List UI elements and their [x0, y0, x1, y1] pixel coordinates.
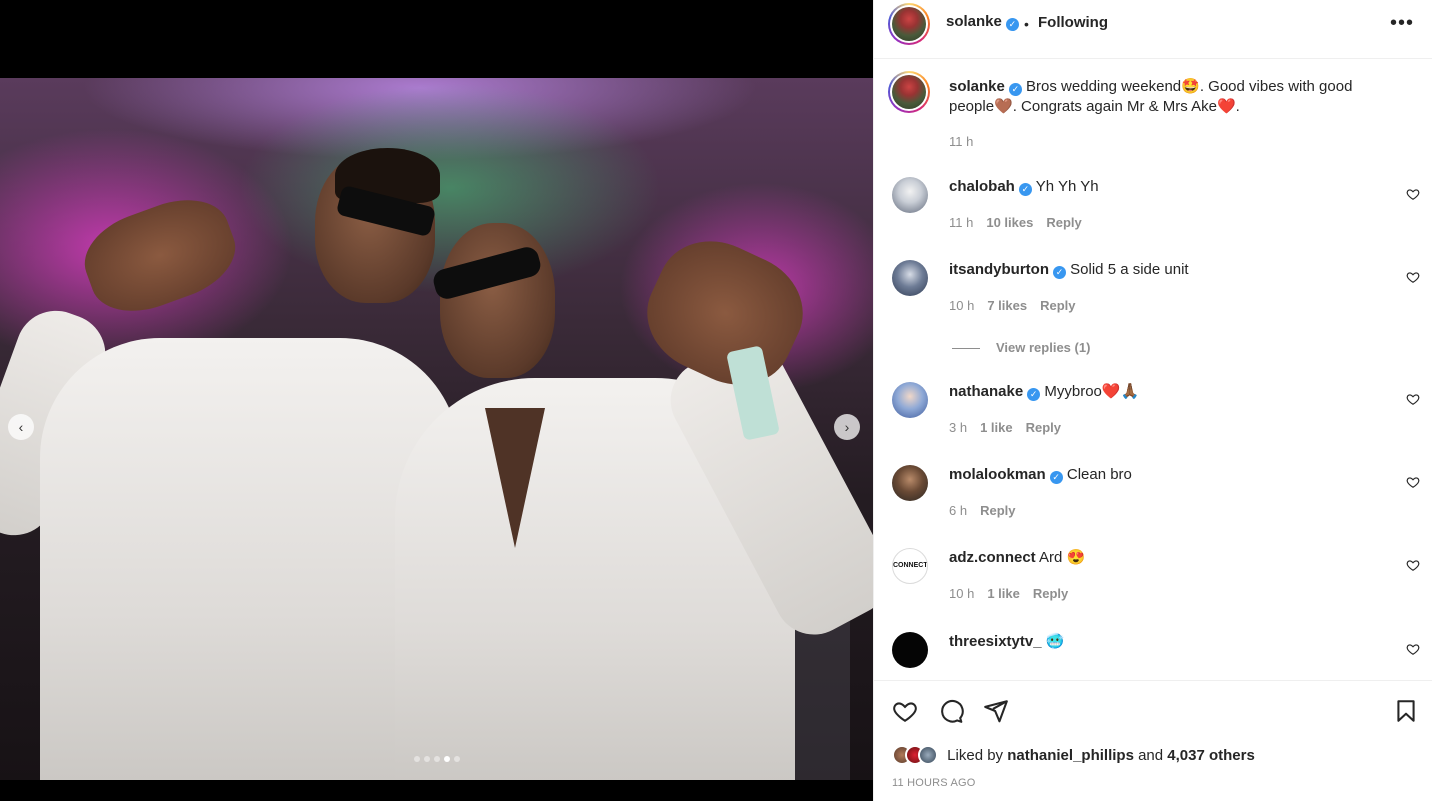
author-avatar[interactable] — [888, 3, 930, 45]
caption-avatar[interactable] — [888, 71, 930, 113]
verified-badge-icon: ✓ — [1008, 83, 1022, 96]
liked-by-summary: Liked by nathaniel_phillips and 4,037 ot… — [892, 745, 1255, 765]
view-replies-label: View replies (1) — [996, 340, 1091, 355]
comment-text: Myybroo❤️🙏🏾 — [1044, 383, 1140, 400]
comment-username[interactable]: chalobah — [949, 178, 1015, 195]
reply-button[interactable]: Reply — [980, 503, 1015, 518]
comment-username[interactable]: threesixtytv_ — [949, 633, 1042, 650]
like-heart-icon[interactable] — [892, 698, 918, 724]
like-comment-heart-icon[interactable] — [1406, 270, 1420, 284]
commenter-avatar[interactable] — [892, 382, 928, 418]
caption-username[interactable]: solanke — [949, 78, 1005, 95]
comment-likes[interactable]: 1 like — [980, 420, 1013, 435]
comment-time: 6 h — [949, 503, 968, 518]
liked-by-prefix: Liked by — [947, 747, 1004, 764]
verified-badge-icon: ✓ — [1018, 183, 1032, 196]
verified-badge-icon: ✓ — [1027, 388, 1041, 401]
share-icon[interactable] — [983, 698, 1009, 724]
comment-text: Solid 5 a side unit — [1070, 261, 1189, 278]
bookmark-icon[interactable] — [1393, 698, 1419, 724]
carousel-dot — [423, 756, 430, 762]
author-username[interactable]: solanke — [946, 13, 1002, 30]
reply-button[interactable]: Reply — [1040, 298, 1075, 313]
liker-avatars[interactable] — [892, 745, 938, 765]
previous-slide-icon[interactable]: ‹ — [8, 414, 34, 440]
like-comment-heart-icon[interactable] — [1406, 392, 1420, 406]
comments-list[interactable]: solanke ✓ Bros wedding weekend🤩. Good vib… — [874, 59, 1432, 680]
comment-likes[interactable]: 10 likes — [986, 215, 1033, 230]
commenter-avatar[interactable] — [892, 465, 928, 501]
comment-text: 🥶 — [1045, 633, 1065, 650]
following-button[interactable]: Following — [1038, 14, 1108, 31]
next-slide-icon[interactable]: › — [834, 414, 860, 440]
view-replies-button[interactable]: View replies (1) — [952, 340, 1090, 355]
comment-username[interactable]: itsandyburton — [949, 261, 1049, 278]
reply-button[interactable]: Reply — [1046, 215, 1081, 230]
comment-icon[interactable] — [938, 698, 964, 724]
post-header: solanke ✓ • Following ••• — [874, 0, 1432, 59]
comment-time: 10 h — [949, 586, 975, 601]
like-comment-heart-icon[interactable] — [1406, 642, 1420, 656]
reply-button[interactable]: Reply — [1026, 420, 1061, 435]
like-comment-heart-icon[interactable] — [1406, 558, 1420, 572]
liked-by-others[interactable]: 4,037 others — [1167, 747, 1255, 764]
comment-time: 11 h — [949, 215, 974, 230]
carousel-dots — [0, 756, 873, 762]
like-comment-heart-icon[interactable] — [1406, 187, 1420, 201]
commenter-avatar[interactable] — [892, 260, 928, 296]
commenter-avatar[interactable] — [892, 632, 928, 668]
comment-text: Clean bro — [1066, 466, 1132, 483]
post-photo[interactable] — [0, 78, 873, 780]
comment-likes[interactable]: 7 likes — [987, 298, 1027, 313]
caption-text: Bros wedding weekend🤩. Good vibes with g… — [949, 78, 1353, 115]
liked-by-user[interactable]: nathaniel_phillips — [1007, 747, 1134, 764]
post-timestamp[interactable]: 11 HOURS AGO — [892, 777, 976, 789]
comment-text: Yh Yh Yh — [1035, 178, 1099, 195]
comment-username[interactable]: molalookman — [949, 466, 1046, 483]
like-comment-heart-icon[interactable] — [1406, 475, 1420, 489]
comment-time: 10 h — [949, 298, 975, 313]
commenter-avatar[interactable]: CONNECT — [892, 548, 928, 584]
carousel-dot — [413, 756, 420, 762]
caption-time: 11 h — [949, 134, 974, 149]
carousel-dot — [443, 756, 450, 762]
comment-text: Ard 😍 — [1039, 549, 1086, 566]
comment-username[interactable]: adz.connect — [949, 549, 1036, 566]
more-options-icon[interactable]: ••• — [1390, 12, 1414, 35]
post-actions: Liked by nathaniel_phillips and 4,037 ot… — [874, 680, 1432, 801]
comment-likes[interactable]: 1 like — [987, 586, 1020, 601]
comment-username[interactable]: nathanake — [949, 383, 1023, 400]
commenter-avatar[interactable] — [892, 177, 928, 213]
post-media: ‹ › — [0, 0, 873, 801]
liked-by-and: and — [1138, 747, 1164, 764]
reply-button[interactable]: Reply — [1033, 586, 1068, 601]
post-side-panel: solanke ✓ • Following ••• solanke ✓ Bros w… — [873, 0, 1432, 801]
verified-badge-icon: ✓ — [1053, 266, 1066, 279]
verified-badge-icon: ✓ — [1049, 471, 1063, 484]
carousel-dot — [433, 756, 440, 762]
header-separator: • — [1024, 16, 1029, 32]
verified-badge-icon: ✓ — [1005, 18, 1019, 31]
carousel-dot — [453, 756, 460, 762]
comment-time: 3 h — [949, 420, 968, 435]
